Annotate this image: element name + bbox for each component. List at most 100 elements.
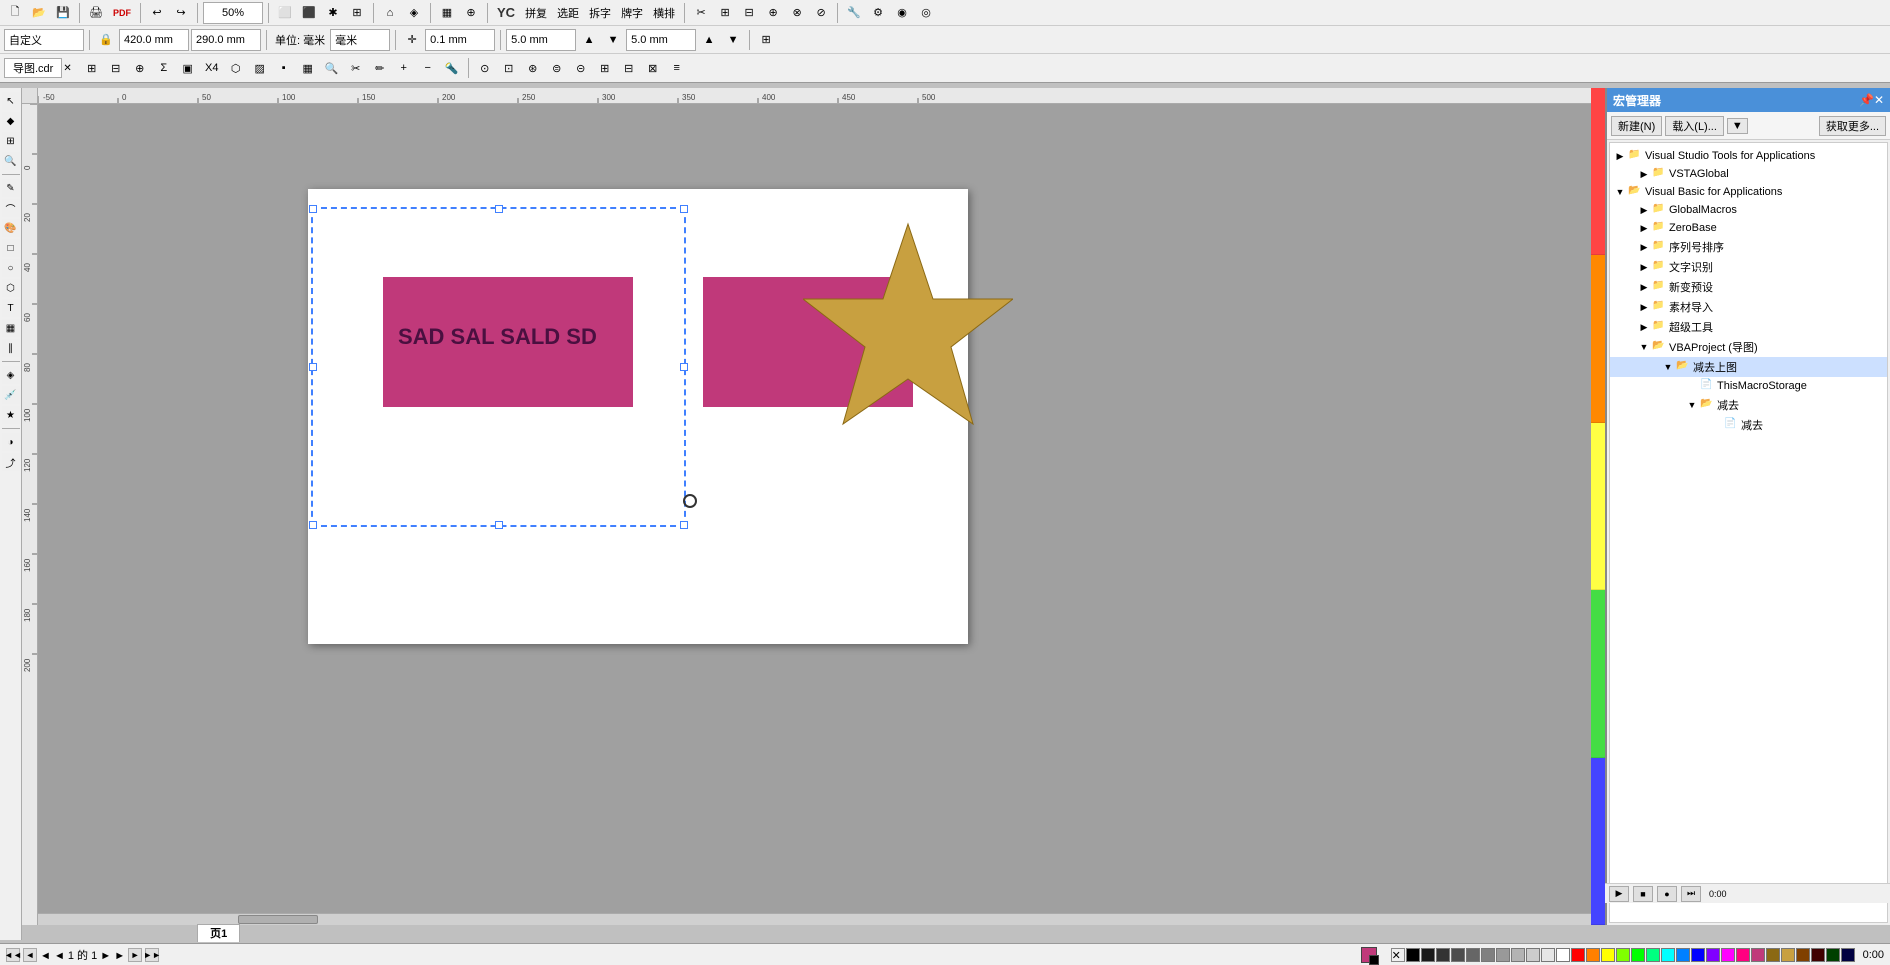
tb-icon-2[interactable]: ⬛ xyxy=(298,2,320,24)
snap-btn[interactable]: ⊞ xyxy=(755,29,777,51)
nudge1-up[interactable]: ▲ xyxy=(578,29,600,51)
tb-icon-6[interactable]: ◈ xyxy=(403,2,425,24)
tb3-4[interactable]: Σ xyxy=(153,57,175,79)
fill-tool[interactable]: ◈ xyxy=(2,366,20,384)
star-shape[interactable] xyxy=(803,219,1013,479)
tb-hengpai[interactable]: 横排 xyxy=(649,2,679,24)
tb3-20[interactable]: ⊜ xyxy=(546,57,568,79)
tb-pinfu[interactable]: 拼复 xyxy=(521,2,551,24)
tb-icon-15[interactable]: 🔧 xyxy=(843,2,865,24)
text-tool[interactable]: T xyxy=(2,299,20,317)
swatch-brown[interactable] xyxy=(1796,948,1810,962)
tree-item-vstaglobal[interactable]: ▶ 📁 VSTAGlobal xyxy=(1610,165,1887,183)
tree-item-zerobase[interactable]: ▶ 📁 ZeroBase xyxy=(1610,219,1887,237)
nudge1-down[interactable]: ▼ xyxy=(602,29,624,51)
eyedropper-tool[interactable]: 💉 xyxy=(2,386,20,404)
tree-item-seqnum[interactable]: ▶ 📁 序列号排序 xyxy=(1610,237,1887,257)
globalmacros-arrow[interactable]: ▶ xyxy=(1638,204,1650,216)
swatch-pink[interactable] xyxy=(1736,948,1750,962)
tb3-15[interactable]: − xyxy=(417,57,439,79)
tb3-25[interactable]: ≡ xyxy=(666,57,688,79)
jianqu-arrow[interactable]: ▼ xyxy=(1662,361,1674,373)
swatch-green[interactable] xyxy=(1631,948,1645,962)
swatch-darkred[interactable] xyxy=(1811,948,1825,962)
sel-handle-br[interactable] xyxy=(680,521,688,529)
rect-tool[interactable]: □ xyxy=(2,239,20,257)
tb3-8[interactable]: ▨ xyxy=(249,57,271,79)
tree-item-newvar[interactable]: ▶ 📁 新变预设 xyxy=(1610,277,1887,297)
newvar-arrow[interactable]: ▶ xyxy=(1638,281,1650,293)
swatch-purple[interactable] xyxy=(1706,948,1720,962)
macro-tree[interactable]: ▶ 📁 Visual Studio Tools for Applications… xyxy=(1609,142,1888,923)
tb3-3[interactable]: ⊕ xyxy=(129,57,151,79)
last-page-btn[interactable]: ►► xyxy=(145,948,159,962)
swatch-gray2[interactable] xyxy=(1481,948,1495,962)
vstaglobal-arrow[interactable]: ▶ xyxy=(1638,168,1650,180)
parallel-tool[interactable]: ∥ xyxy=(2,339,20,357)
width-input[interactable]: 420.0 mm xyxy=(119,29,189,51)
macro-step-btn[interactable]: ⏭ xyxy=(1681,886,1701,902)
new-button[interactable]: 🗋 xyxy=(4,2,26,24)
tb3-18[interactable]: ⊡ xyxy=(498,57,520,79)
tb3-14[interactable]: + xyxy=(393,57,415,79)
macro-getmore-btn[interactable]: 获取更多... xyxy=(1819,116,1886,136)
tree-item-vba[interactable]: ▼ 📂 Visual Basic for Applications xyxy=(1610,183,1887,201)
macro-record-btn[interactable]: ● xyxy=(1657,886,1677,902)
tb-icon-1[interactable]: ⬜ xyxy=(274,2,296,24)
tb3-10[interactable]: ▦ xyxy=(297,57,319,79)
tb-icon-7[interactable]: ▦ xyxy=(436,2,458,24)
sel-handle-tl[interactable] xyxy=(309,205,317,213)
swatch-darkblue[interactable] xyxy=(1841,948,1855,962)
tb-icon-11[interactable]: ⊟ xyxy=(738,2,760,24)
tb-icon-8[interactable]: ⊕ xyxy=(460,2,482,24)
page-tab-1[interactable]: 页1 xyxy=(197,924,240,942)
vsta-arrow[interactable]: ▶ xyxy=(1614,150,1626,162)
tb-icon-9[interactable]: ✂ xyxy=(690,2,712,24)
swatch-yellow[interactable] xyxy=(1601,948,1615,962)
hscroll-thumb[interactable] xyxy=(238,915,318,924)
swatch-gold[interactable] xyxy=(1766,948,1780,962)
select-tool[interactable]: ↖ xyxy=(2,92,20,110)
swatch-gray3[interactable] xyxy=(1496,948,1510,962)
macro-stop-btn[interactable]: ■ xyxy=(1633,886,1653,902)
print-button[interactable]: 🖨 xyxy=(85,2,107,24)
vbaproject-arrow[interactable]: ▼ xyxy=(1638,341,1650,353)
sel-handle-tr[interactable] xyxy=(680,205,688,213)
swatch-dark1[interactable] xyxy=(1421,948,1435,962)
tb3-17[interactable]: ⊙ xyxy=(474,57,496,79)
tb-icon-14[interactable]: ⊘ xyxy=(810,2,832,24)
tb3-6[interactable]: X4 xyxy=(201,57,223,79)
sel-handle-tc[interactable] xyxy=(495,205,503,213)
tb-icon-16[interactable]: ⚙ xyxy=(867,2,889,24)
rcs-blue[interactable] xyxy=(1591,758,1605,925)
swatch-lgray2[interactable] xyxy=(1526,948,1540,962)
swatch-mint[interactable] xyxy=(1646,948,1660,962)
nudge2-input[interactable]: 5.0 mm xyxy=(626,29,696,51)
shadow-tool[interactable]: ◑ xyxy=(2,433,20,451)
fill-color-swatch[interactable] xyxy=(1361,947,1377,963)
tb-icon-3[interactable]: ✱ xyxy=(322,2,344,24)
tree-item-globalmacros[interactable]: ▶ 📁 GlobalMacros xyxy=(1610,201,1887,219)
tb3-1[interactable]: ⊞ xyxy=(81,57,103,79)
canvas-viewport[interactable]: SAD SAL SALD SD xyxy=(38,104,1605,925)
zoom-tool[interactable]: 🔍 xyxy=(2,152,20,170)
tree-item-vsta[interactable]: ▶ 📁 Visual Studio Tools for Applications xyxy=(1610,147,1887,165)
rcs-green[interactable] xyxy=(1591,590,1605,757)
tree-item-jianqu[interactable]: ▼ 📂 减去上图 xyxy=(1610,357,1887,377)
zoom-dropdown[interactable]: 50% xyxy=(203,2,263,24)
swatch-red[interactable] xyxy=(1571,948,1585,962)
pdf-button[interactable]: PDF xyxy=(109,2,135,24)
tb3-24[interactable]: ⊠ xyxy=(642,57,664,79)
tb3-19[interactable]: ⊛ xyxy=(522,57,544,79)
textrecog-arrow[interactable]: ▶ xyxy=(1638,261,1650,273)
prev-page-btn[interactable]: ◄ xyxy=(23,948,37,962)
bezier-tool[interactable]: ⌒ xyxy=(2,199,20,217)
swatch-tan[interactable] xyxy=(1781,948,1795,962)
open-button[interactable]: 📂 xyxy=(28,2,50,24)
sel-handle-mr[interactable] xyxy=(680,363,688,371)
tree-item-jianqu2[interactable]: ▼ 📂 减去 xyxy=(1610,395,1887,415)
swatch-gray1[interactable] xyxy=(1466,948,1480,962)
tb-xuanju[interactable]: 选距 xyxy=(553,2,583,24)
tb3-23[interactable]: ⊟ xyxy=(618,57,640,79)
zerobase-arrow[interactable]: ▶ xyxy=(1638,222,1650,234)
